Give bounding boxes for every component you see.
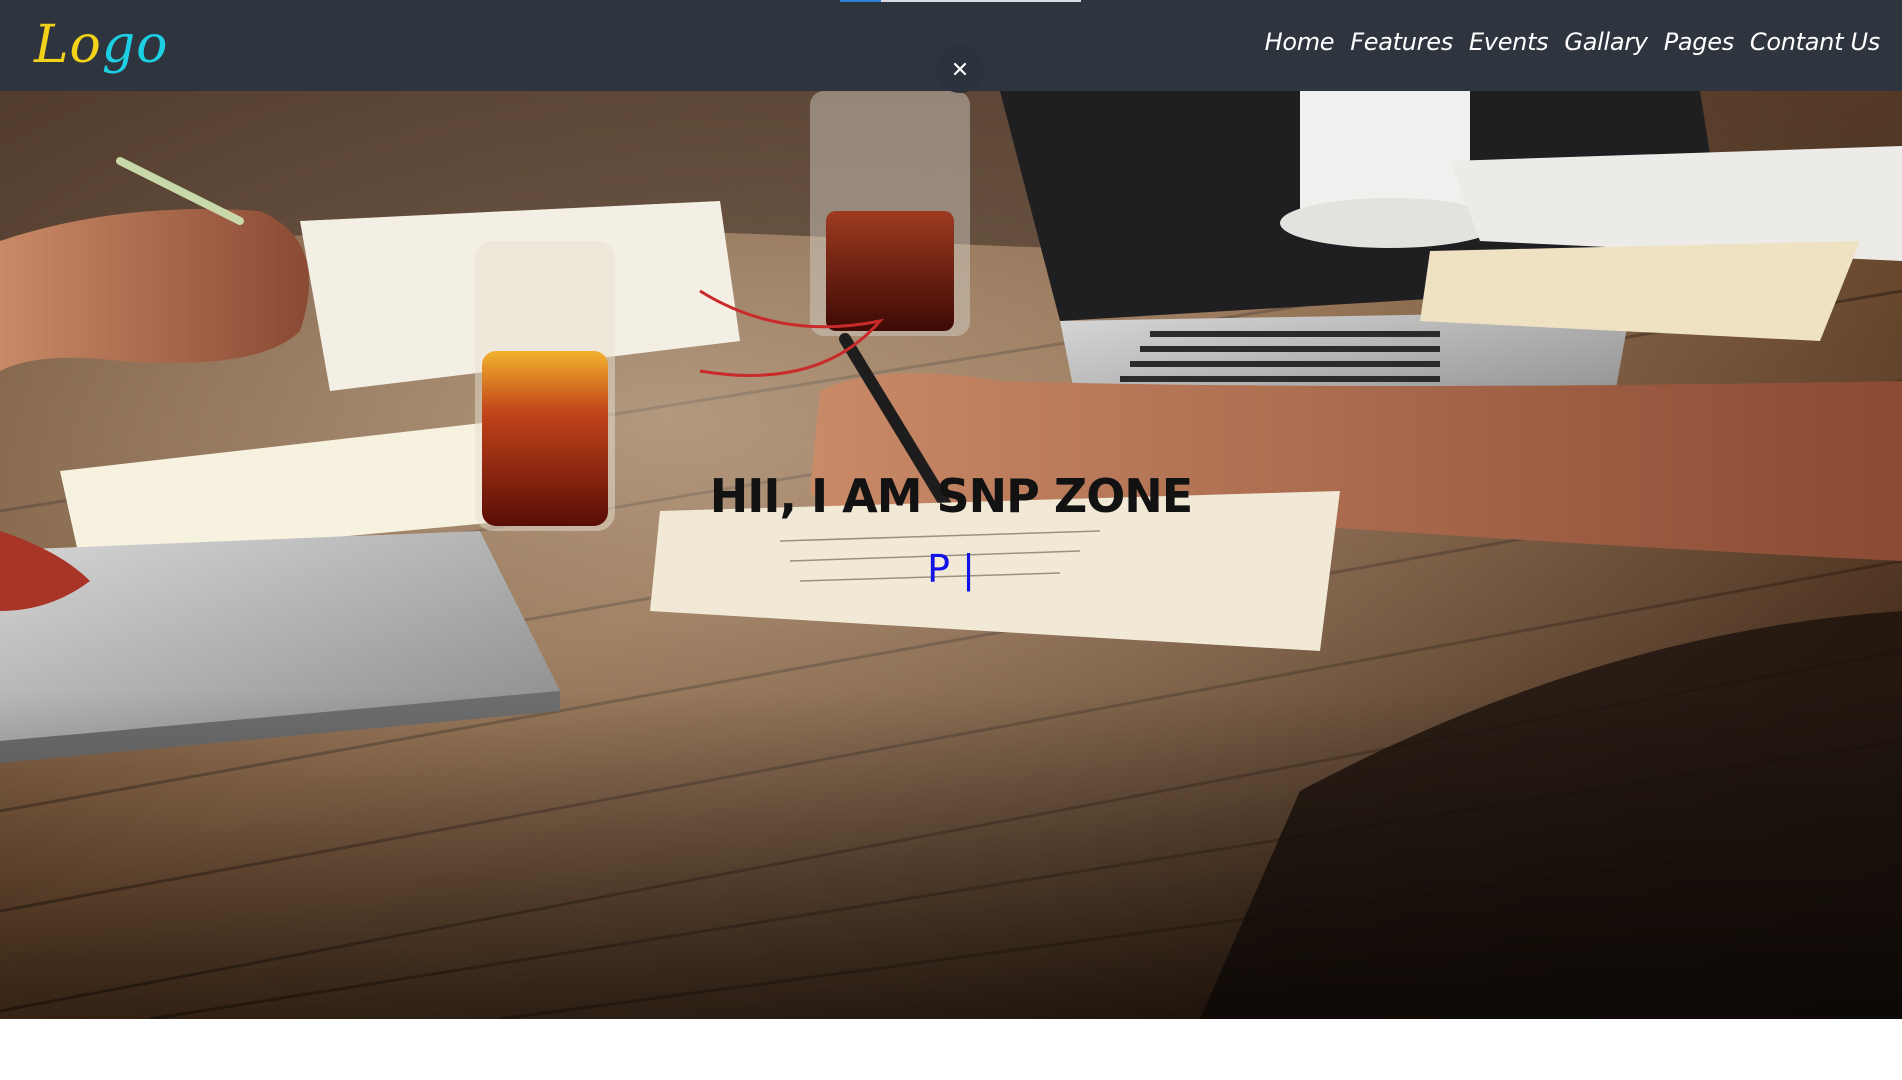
close-button[interactable] [936,45,984,93]
nav-features[interactable]: Features [1350,28,1453,56]
nav-gallary[interactable]: Gallary [1564,28,1648,56]
logo-text-accent: go [101,15,169,75]
nav-home[interactable]: Home [1265,28,1335,56]
main-nav: Home Features Events Gallary Pages Conta… [1265,28,1881,56]
scroll-progress-fill [840,0,881,2]
close-icon [953,62,967,76]
logo[interactable]: Logo [34,8,168,82]
next-section [0,1019,1902,1080]
logo-text-primary: Lo [34,15,102,75]
hero-title: HII, I AM SNP ZONE [709,469,1193,523]
scroll-progress-bar [840,0,1081,2]
hero-typed-text: P | [927,547,975,591]
nav-pages[interactable]: Pages [1664,28,1734,56]
page: Logo Home Features Events Gallary Pages … [0,0,1902,1080]
nav-contact-us[interactable]: Contant Us [1750,28,1880,56]
hero-section: HII, I AM SNP ZONE P | [0,91,1902,1019]
nav-events[interactable]: Events [1469,28,1549,56]
